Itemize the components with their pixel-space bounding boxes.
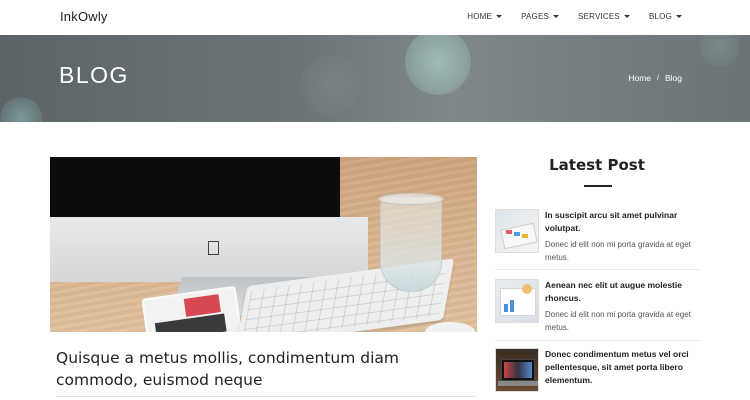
nav-item-services[interactable]: SERVICES xyxy=(578,12,630,21)
post-thumbnail[interactable] xyxy=(495,209,539,253)
thumbnail-graphic xyxy=(504,304,508,312)
caret-down-icon xyxy=(553,15,560,18)
post-thumbnail[interactable] xyxy=(495,279,539,323)
sidebar-title-underline xyxy=(584,185,612,187)
thumbnail-graphic xyxy=(522,284,532,294)
nav-item-label: HOME xyxy=(467,12,493,21)
thumbnail-graphic xyxy=(522,234,528,238)
bokeh-decoration xyxy=(0,97,42,122)
nav-item-label: PAGES xyxy=(521,12,550,21)
bokeh-decoration xyxy=(300,55,360,115)
thumbnail-graphic xyxy=(514,232,520,236)
nav-item-pages[interactable]: PAGES xyxy=(521,12,560,21)
nav-item-label: SERVICES xyxy=(578,12,620,21)
divider xyxy=(56,396,476,397)
divider xyxy=(495,269,700,270)
thumbnail-graphic xyxy=(510,300,514,312)
navbar: InkOwly HOME PAGES SERVICES BLOG xyxy=(0,0,750,35)
latest-post-excerpt: Donec id elit non mi porta gravida at eg… xyxy=(545,310,691,332)
breadcrumb: Home / Blog xyxy=(628,73,682,83)
latest-post-title[interactable]: In suscipit arcu sit amet pulvinar volut… xyxy=(545,209,700,235)
latest-post-title[interactable]: Donec condimentum metus vel orci pellent… xyxy=(545,348,700,387)
nav-item-blog[interactable]: BLOG xyxy=(649,12,682,21)
tablet-app-tile xyxy=(183,294,221,317)
breadcrumb-home-link[interactable]: Home xyxy=(628,73,651,83)
thumbnail-graphic xyxy=(506,230,512,234)
divider xyxy=(495,340,700,341)
post-title[interactable]: Quisque a metus mollis, condimentum diam… xyxy=(56,347,476,391)
bokeh-decoration xyxy=(700,35,740,67)
brand-logo[interactable]: InkOwly xyxy=(60,9,108,24)
post-featured-image[interactable]:  xyxy=(50,157,477,332)
tablet-app-tile xyxy=(154,313,227,332)
water-glass-rim xyxy=(378,193,444,205)
breadcrumb-current: Blog xyxy=(664,73,682,83)
nav-item-home[interactable]: HOME xyxy=(467,12,503,21)
breadcrumb-separator: / xyxy=(657,74,659,82)
bokeh-decoration xyxy=(405,35,471,95)
monitor-screen xyxy=(50,157,340,217)
thumbnail-graphic xyxy=(498,381,538,386)
post-thumbnail[interactable] xyxy=(495,348,539,392)
caret-down-icon xyxy=(496,15,503,18)
latest-post-excerpt: Donec id elit non mi porta gravida at eg… xyxy=(545,240,691,262)
water-glass xyxy=(380,197,442,292)
main-menu: HOME PAGES SERVICES BLOG xyxy=(448,12,682,21)
thumbnail-graphic xyxy=(504,362,532,378)
page-title: BLOG xyxy=(59,62,129,88)
caret-down-icon xyxy=(676,15,682,18)
latest-post-title[interactable]: Aenean nec elit ut augue molestie rhoncu… xyxy=(545,279,700,305)
caret-down-icon xyxy=(623,15,630,18)
page-header-banner: BLOG Home / Blog xyxy=(0,35,750,122)
sidebar-title: Latest Post xyxy=(549,156,645,174)
nav-item-label: BLOG xyxy=(648,12,672,21)
apple-logo-icon:  xyxy=(206,239,221,259)
monitor-body:  xyxy=(50,217,368,282)
thumbnail-graphic xyxy=(500,222,538,250)
